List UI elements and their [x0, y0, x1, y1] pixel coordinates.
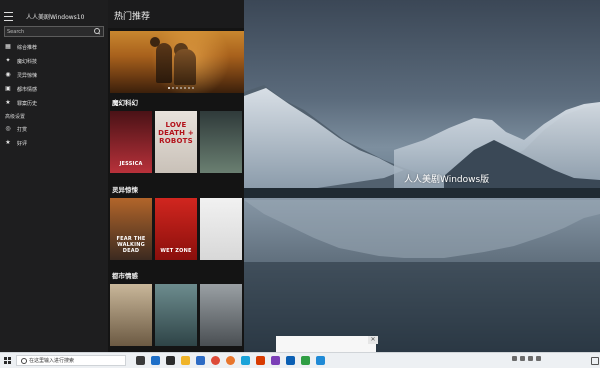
sidebar-item-3[interactable]: ◉ 灵异惊悚	[0, 68, 108, 82]
sidebar-item-5[interactable]: ★ 罪案历史	[0, 96, 108, 110]
taskbar-search-placeholder: 在这里输入进行搜索	[29, 358, 75, 364]
green-app-icon[interactable]	[301, 356, 310, 365]
carousel-dot[interactable]	[172, 87, 174, 89]
tray-volume-icon[interactable]	[528, 356, 533, 361]
settings-item-2[interactable]: ★ 好评	[0, 136, 108, 150]
photos-icon[interactable]	[316, 356, 325, 365]
poster-title: JESSICA	[119, 161, 143, 167]
carousel-dot[interactable]	[176, 87, 178, 89]
star-icon: ★	[5, 139, 11, 146]
sidebar-item-label: 罪案历史	[17, 100, 38, 107]
content-pane: 热门推荐 魔幻科幻 JESSICA LOVE DEATH + ROBOTS 灵异惊悚 F…	[108, 0, 244, 352]
app-window: 人人美剧Windows10 ▦ 综合推荐 ✦ 魔幻科技 ◉ 灵异惊悚 ▣ 都市情感 ★ 罪案历史高…	[0, 0, 600, 352]
nav-list: ▦ 综合推荐 ✦ 魔幻科技 ◉ 灵异惊悚 ▣ 都市情感 ★ 罪案历史高级设置 ◎ 打赏 ★ 好评	[0, 40, 108, 150]
section-title[interactable]: 灵异惊悚	[112, 184, 138, 194]
chrome-icon[interactable]	[211, 356, 220, 365]
visual-studio-icon[interactable]	[271, 356, 280, 365]
office-icon[interactable]	[256, 356, 265, 365]
sidebar-item-4[interactable]: ▣ 都市情感	[0, 82, 108, 96]
show-poster[interactable]	[200, 284, 242, 346]
eye-icon: ◎	[5, 125, 11, 132]
poster-row: JESSICA LOVE DEATH + ROBOTS	[110, 111, 242, 173]
show-poster[interactable]: WET ZONE	[155, 198, 197, 260]
mail-icon[interactable]	[196, 356, 205, 365]
section-title[interactable]: 魔幻科幻	[112, 97, 138, 107]
search-box[interactable]	[4, 26, 104, 37]
system-tray	[512, 356, 541, 361]
sidebar-item-1[interactable]: ▦ 综合推荐	[0, 40, 108, 54]
file-explorer-icon[interactable]	[181, 356, 190, 365]
poster-title: FEAR THE WALKING DEAD	[116, 236, 146, 254]
hero-art-figure-left	[156, 43, 172, 83]
settings-item-label: 好评	[17, 140, 28, 147]
poster-title: WET ZONE	[160, 248, 192, 254]
notification-popup[interactable]	[276, 336, 376, 352]
show-poster[interactable]	[155, 284, 197, 346]
poster-row	[110, 284, 242, 346]
magic-icon: ✦	[5, 57, 11, 64]
sidebar-item-label: 灵异惊悚	[17, 72, 38, 79]
firefox-icon[interactable]	[226, 356, 235, 365]
action-center-icon[interactable]	[591, 357, 599, 365]
windows-start-icon[interactable]	[4, 357, 11, 364]
sidebar-item-label: 魔幻科技	[17, 58, 38, 65]
taskbar-search-box[interactable]: 在这里输入进行搜索	[16, 355, 126, 366]
show-poster[interactable]	[200, 111, 242, 173]
tray-up-arrow-icon[interactable]	[512, 356, 517, 361]
carousel-dot[interactable]	[184, 87, 186, 89]
show-poster[interactable]	[200, 198, 242, 260]
search-icon[interactable]	[94, 28, 100, 34]
nav-pane: 人人美剧Windows10 ▦ 综合推荐 ✦ 魔幻科技 ◉ 灵异惊悚 ▣ 都市情感 ★ 罪案历史高…	[0, 0, 109, 352]
taskbar-pinned-apps	[136, 356, 325, 365]
sidebar-item-label: 都市情感	[17, 86, 38, 93]
taskbar: 在这里输入进行搜索	[0, 352, 600, 368]
task-view-icon[interactable]	[136, 356, 145, 365]
close-icon[interactable]: ✕	[368, 336, 378, 344]
carousel-dot[interactable]	[168, 87, 170, 89]
carousel-dot[interactable]	[188, 87, 190, 89]
tray-network-icon[interactable]	[520, 356, 525, 361]
taskbar-search-icon	[21, 358, 27, 364]
edge-icon[interactable]	[151, 356, 160, 365]
store-icon[interactable]	[166, 356, 175, 365]
carousel-indicator[interactable]	[168, 87, 194, 89]
hamburger-menu-icon[interactable]	[4, 12, 13, 21]
city-icon: ▣	[5, 85, 11, 92]
nav-section-header: 高级设置	[5, 113, 26, 120]
blue-app-icon[interactable]	[286, 356, 295, 365]
poster-title: LOVE DEATH + ROBOTS	[158, 121, 194, 145]
desktop-wallpaper: 人人美剧Windows版 ✕	[244, 0, 600, 352]
sidebar-item-2[interactable]: ✦ 魔幻科技	[0, 54, 108, 68]
show-poster[interactable]	[110, 284, 152, 346]
search-input[interactable]	[7, 27, 93, 36]
hero-art-figure-right	[174, 49, 196, 85]
show-poster[interactable]: FEAR THE WALKING DEAD	[110, 198, 152, 260]
wallpaper-title: 人人美剧Windows版	[404, 175, 490, 185]
poster-row: FEAR THE WALKING DEAD WET ZONE	[110, 198, 242, 260]
app-icon[interactable]	[241, 356, 250, 365]
carousel-dot[interactable]	[192, 87, 194, 89]
grid-icon: ▦	[5, 43, 11, 50]
settings-item-label: 打赏	[17, 126, 28, 133]
show-poster[interactable]: LOVE DEATH + ROBOTS	[155, 111, 197, 173]
section-title[interactable]: 都市情感	[112, 270, 138, 280]
tray-keyboard-icon[interactable]	[536, 356, 541, 361]
content-header: 热门推荐	[108, 0, 244, 28]
page-title: 热门推荐	[114, 12, 151, 22]
ghost-icon: ◉	[5, 71, 11, 78]
sidebar-item-label: 综合推荐	[17, 44, 38, 51]
carousel-dot[interactable]	[180, 87, 182, 89]
hero-banner[interactable]	[110, 31, 244, 93]
history-icon: ★	[5, 99, 11, 106]
app-title: 人人美剧Windows10	[26, 14, 85, 21]
show-poster[interactable]: JESSICA	[110, 111, 152, 173]
settings-item-1[interactable]: ◎ 打赏	[0, 122, 108, 136]
